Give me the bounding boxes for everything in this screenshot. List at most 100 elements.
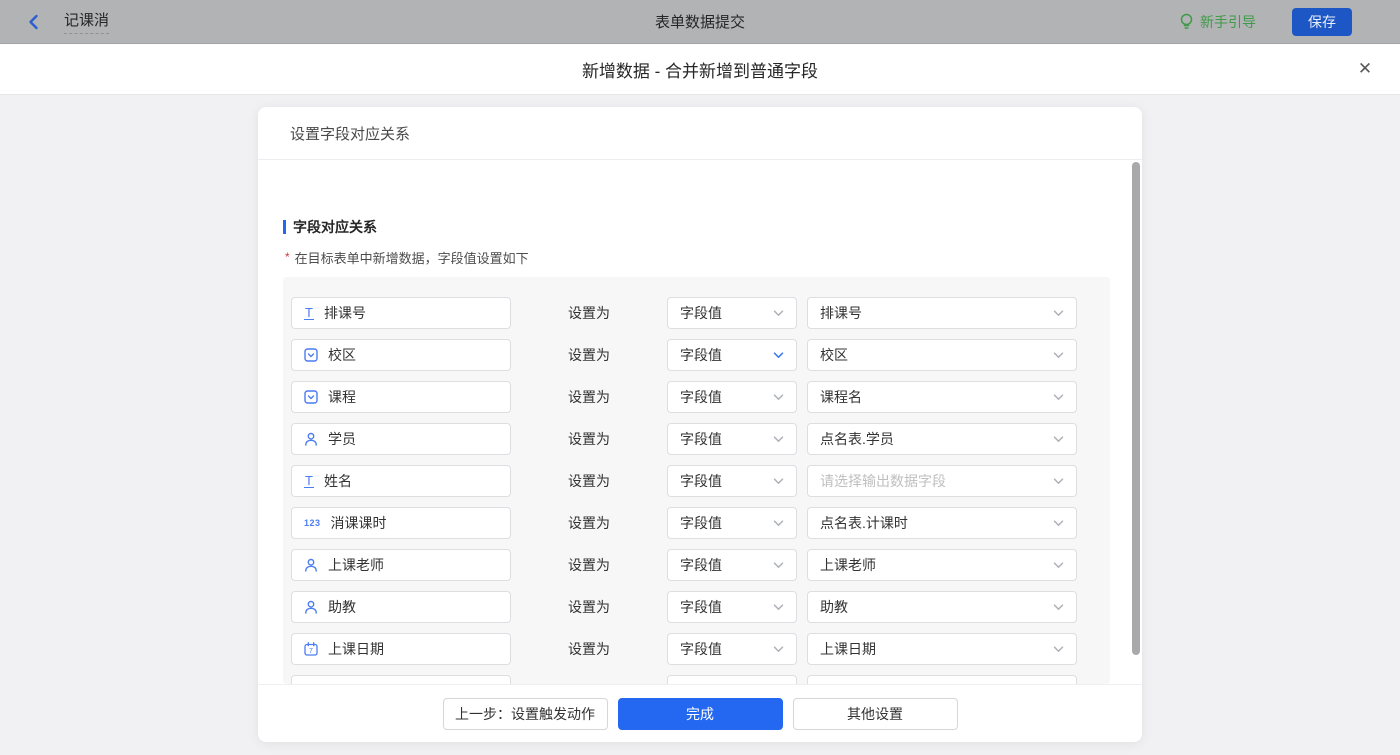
output-field-label: 课程名 [820, 387, 862, 407]
output-field-select[interactable]: 上课日期 [807, 633, 1077, 665]
back-button[interactable] [26, 14, 42, 30]
mapping-row: 校区设置为字段值 校区 [291, 334, 1110, 376]
modal-footer: 上一步：设置触发动作 完成 其他设置 [258, 684, 1142, 742]
other-settings-button[interactable]: 其他设置 [793, 698, 958, 730]
number-field-icon: 123 [304, 518, 321, 528]
output-field-label: 助教 [820, 597, 848, 617]
mapping-row: 上课老师 设置为字段值 上课老师 [291, 544, 1110, 586]
scrollbar-thumb[interactable] [1132, 162, 1140, 655]
mapping-row: 课程设置为字段值 课程名 [291, 376, 1110, 418]
set-as-label: 设置为 [511, 639, 667, 659]
mapping-row: T 姓名 设置为字段值 请选择输出数据字段 [291, 460, 1110, 502]
value-mode-select[interactable]: 字段值 [667, 549, 797, 581]
value-mode-select[interactable]: 字段值 [667, 633, 797, 665]
chevron-left-icon [26, 14, 42, 30]
value-mode-select[interactable]: 字段值 [667, 465, 797, 497]
set-as-label: 设置为 [511, 513, 667, 533]
chevron-down-icon [1053, 478, 1064, 485]
svg-text:7: 7 [309, 648, 313, 655]
field-mapping-modal: 设置字段对应关系 字段对应关系 * 在目标表单中新增数据，字段值设置如下 目标表… [258, 107, 1142, 742]
value-mode-select[interactable]: 字段值 [667, 297, 797, 329]
chevron-down-icon [1053, 604, 1064, 611]
section-title: 字段对应关系 [283, 217, 1117, 237]
target-field-box[interactable]: 校区 [291, 339, 511, 371]
target-field-box[interactable] [291, 675, 511, 684]
output-field-select[interactable]: 校区 [807, 339, 1077, 371]
target-field-box[interactable]: 7 上课日期 [291, 633, 511, 665]
guide-label: 新手引导 [1200, 12, 1256, 32]
set-as-label: 设置为 [511, 429, 667, 449]
chevron-down-icon [1053, 352, 1064, 359]
output-field-label: 上课日期 [820, 639, 876, 659]
value-mode-select[interactable]: 字段值 [667, 423, 797, 455]
target-field-box[interactable]: 课程 [291, 381, 511, 413]
target-field-label: 姓名 [324, 471, 352, 491]
value-mode-label: 字段值 [680, 597, 722, 617]
target-field-box[interactable]: 学员 [291, 423, 511, 455]
output-field-select[interactable]: 助教 [807, 591, 1077, 623]
target-field-box[interactable]: 助教 [291, 591, 511, 623]
chevron-down-icon [1053, 562, 1064, 569]
user-field-icon [304, 558, 318, 572]
set-as-label: 设置为 [511, 387, 667, 407]
output-field-select[interactable]: 点名表.学员 [807, 423, 1077, 455]
target-field-label: 上课老师 [328, 555, 384, 575]
chevron-down-icon [773, 562, 784, 569]
done-button[interactable]: 完成 [618, 698, 783, 730]
value-mode-select[interactable]: 字段值 [667, 339, 797, 371]
chevron-down-icon [773, 310, 784, 317]
mapping-row: 7 上课日期设置为字段值 上课日期 [291, 628, 1110, 670]
close-icon[interactable]: ✕ [1354, 58, 1376, 80]
title-band: 新增数据 - 合并新增到普通字段 ✕ [0, 44, 1400, 95]
output-field-select[interactable]: 请选择输出数据字段 [807, 465, 1077, 497]
date-field-icon: 7 [304, 642, 318, 656]
target-field-box[interactable]: 123 消课课时 [291, 507, 511, 539]
mapping-row: T排课号设置为字段值 排课号 [291, 292, 1110, 334]
guide-button[interactable]: 新手引导 [1179, 12, 1256, 32]
set-as-label: 设置为 [511, 555, 667, 575]
value-mode-label: 字段值 [680, 387, 722, 407]
required-asterisk: * [285, 250, 290, 264]
mapping-row: 学员设置为字段值 点名表.学员 [291, 418, 1110, 460]
mapping-row [291, 670, 1110, 684]
value-mode-label: 字段值 [680, 639, 722, 659]
save-button[interactable]: 保存 [1292, 8, 1352, 36]
mapping-rows-panel: T排课号设置为字段值 排课号 校区设置为字段值 校区 课程设置为字段值 课程名 … [283, 277, 1110, 684]
output-field-select[interactable]: 上课老师 [807, 549, 1077, 581]
target-field-box[interactable]: T排课号 [291, 297, 511, 329]
target-field-label: 排课号 [324, 303, 366, 323]
target-field-label: 校区 [328, 345, 356, 365]
output-field-label: 校区 [820, 345, 848, 365]
value-mode-select[interactable] [667, 675, 797, 684]
output-field-select[interactable]: 排课号 [807, 297, 1077, 329]
set-as-label: 设置为 [511, 303, 667, 323]
chevron-down-icon [773, 352, 784, 359]
prev-step-button[interactable]: 上一步：设置触发动作 [443, 698, 608, 730]
chevron-down-icon [773, 646, 784, 653]
select-field-icon [304, 390, 318, 404]
output-field-select[interactable]: 课程名 [807, 381, 1077, 413]
value-mode-label: 字段值 [680, 471, 722, 491]
value-mode-select[interactable]: 字段值 [667, 507, 797, 539]
value-mode-label: 字段值 [680, 513, 722, 533]
output-field-select[interactable]: 点名表.计课时 [807, 507, 1077, 539]
output-field-select[interactable] [807, 675, 1077, 684]
chevron-down-icon [773, 436, 784, 443]
set-as-label: 设置为 [511, 471, 667, 491]
app-name[interactable]: 记课消 [64, 9, 109, 34]
target-field-box[interactable]: T 姓名 [291, 465, 511, 497]
target-field-label: 消课课时 [331, 513, 387, 533]
target-field-label: 助教 [328, 597, 356, 617]
value-mode-select[interactable]: 字段值 [667, 381, 797, 413]
output-field-label: 上课老师 [820, 555, 876, 575]
output-field-label: 点名表.学员 [820, 429, 894, 449]
set-as-label: 设置为 [511, 597, 667, 617]
text-field-icon: T [304, 474, 314, 488]
chevron-down-icon [773, 520, 784, 527]
mapping-row: 助教 设置为字段值 助教 [291, 586, 1110, 628]
target-field-box[interactable]: 上课老师 [291, 549, 511, 581]
value-mode-label: 字段值 [680, 555, 722, 575]
value-mode-select[interactable]: 字段值 [667, 591, 797, 623]
lightbulb-icon [1179, 13, 1194, 30]
user-field-icon [304, 432, 318, 446]
